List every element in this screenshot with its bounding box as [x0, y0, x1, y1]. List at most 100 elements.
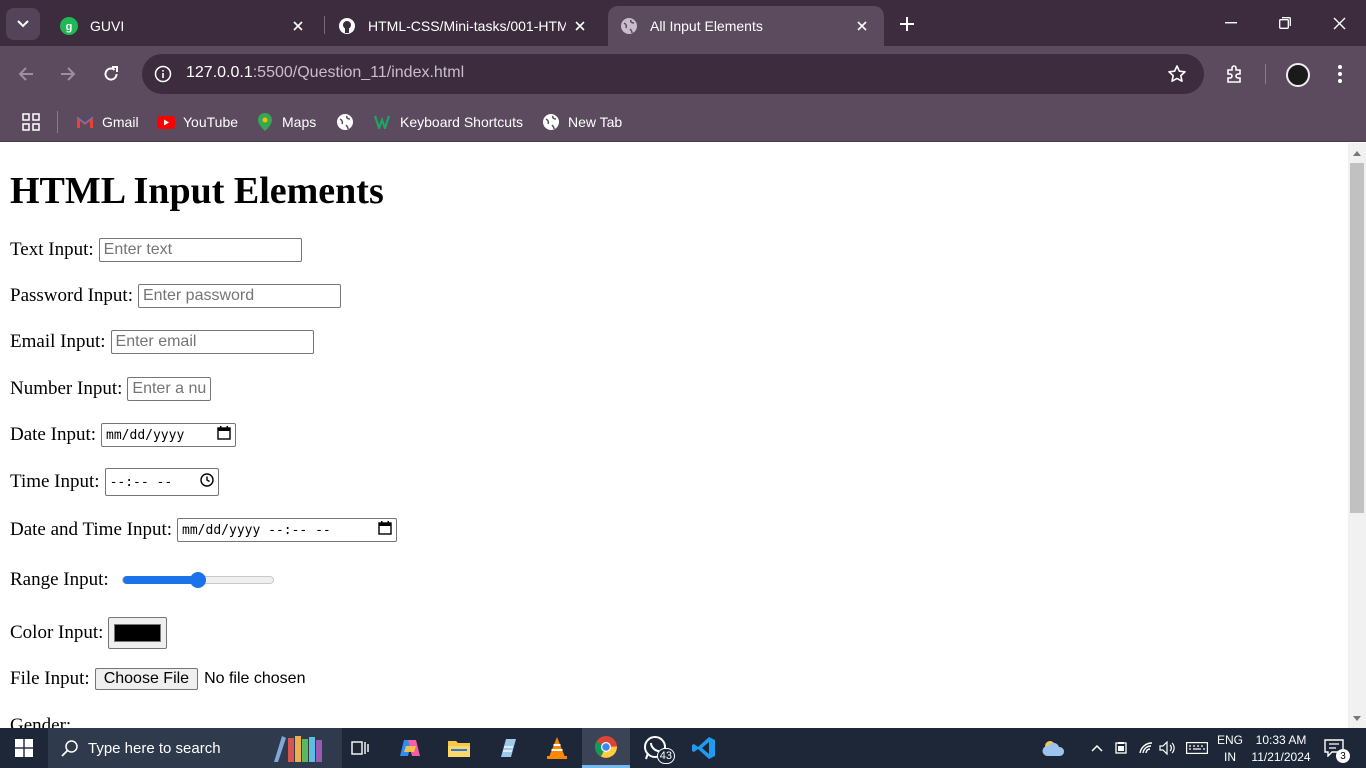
- number-input[interactable]: [127, 377, 212, 401]
- email-input[interactable]: [110, 330, 314, 354]
- globe-icon: [336, 113, 354, 131]
- minimize-button[interactable]: [1204, 0, 1258, 46]
- url-text: 127.0.0.1:5500/Question_11/index.html: [186, 64, 464, 82]
- task-view-button[interactable]: [336, 728, 384, 768]
- url-host: 127.0.0.1: [186, 64, 253, 81]
- range-input-row: Range Input:: [10, 567, 274, 593]
- restore-icon: [1279, 17, 1291, 29]
- calendar-icon[interactable]: [378, 521, 392, 539]
- battery-icon[interactable]: [1111, 738, 1131, 758]
- tab-search-button[interactable]: [6, 8, 40, 40]
- text-input[interactable]: [98, 238, 302, 262]
- file-explorer-app[interactable]: [435, 728, 483, 768]
- tab-title: GUVI: [90, 18, 125, 34]
- clock-time: 10:33 AM: [1255, 733, 1307, 747]
- close-icon[interactable]: [570, 16, 590, 36]
- browser-tab-strip: g GUVI HTML-CSS/Mini-tasks/001-HTM All I…: [0, 0, 1366, 46]
- vlc-cone-icon: [547, 737, 567, 759]
- bookmark-maps[interactable]: Maps: [256, 108, 316, 136]
- chrome-icon: [595, 735, 618, 758]
- scrollbar-thumb[interactable]: [1350, 163, 1364, 513]
- address-bar[interactable]: 127.0.0.1:5500/Question_11/index.html: [142, 54, 1204, 94]
- password-input[interactable]: [137, 284, 341, 308]
- gender-row: Gender:: [10, 713, 76, 728]
- volume-icon[interactable]: [1158, 738, 1178, 758]
- forward-button[interactable]: [54, 60, 82, 88]
- clock-date: 11/21/2024: [1251, 750, 1311, 764]
- tab-github[interactable]: HTML-CSS/Mini-tasks/001-HTM: [326, 6, 602, 46]
- browser-menu-button[interactable]: [1326, 60, 1354, 88]
- clock-icon[interactable]: [199, 473, 214, 491]
- keyboard-icon[interactable]: [1185, 738, 1209, 758]
- start-button[interactable]: [0, 728, 48, 768]
- bookmark-new-tab[interactable]: New Tab: [542, 108, 622, 136]
- calendar-icon[interactable]: [217, 426, 231, 444]
- chrome-app[interactable]: [582, 728, 630, 768]
- tab-guvi[interactable]: g GUVI: [48, 6, 320, 46]
- page-scrollbar[interactable]: [1348, 143, 1366, 728]
- new-tab-button[interactable]: [894, 11, 920, 37]
- notification-count: 3: [1336, 749, 1350, 763]
- color-swatch: [114, 624, 162, 642]
- chevron-up-icon[interactable]: [1087, 738, 1107, 758]
- reload-button[interactable]: [97, 60, 125, 88]
- back-button[interactable]: [12, 60, 40, 88]
- copilot-app[interactable]: [386, 728, 434, 768]
- tab-separator: [324, 16, 325, 34]
- scroll-down-arrow-icon[interactable]: [1348, 710, 1366, 726]
- datetime-input[interactable]: mm/dd/yyyy --:-- --: [177, 518, 398, 542]
- vlc-app[interactable]: [533, 728, 581, 768]
- folder-icon: [448, 741, 470, 757]
- tab-all-input-elements[interactable]: All Input Elements: [608, 6, 884, 46]
- bookmark-label: YouTube: [183, 114, 239, 130]
- color-input[interactable]: [108, 617, 168, 649]
- notepad-icon: [501, 739, 516, 757]
- file-status-text: No file chosen: [204, 670, 306, 687]
- range-thumb[interactable]: [189, 572, 206, 588]
- bookmark-label: Maps: [282, 114, 317, 130]
- close-icon[interactable]: [852, 16, 872, 36]
- choose-file-button[interactable]: Choose File: [94, 668, 199, 690]
- clock[interactable]: 10:33 AM 11/21/2024: [1250, 733, 1312, 764]
- notepad-app[interactable]: [484, 728, 532, 768]
- notification-center-button[interactable]: 3: [1322, 736, 1350, 763]
- extensions-button[interactable]: [1221, 60, 1249, 88]
- scroll-up-arrow-icon[interactable]: [1348, 145, 1366, 161]
- tab-title: HTML-CSS/Mini-tasks/001-HTM: [368, 18, 566, 34]
- restore-button[interactable]: [1258, 0, 1312, 46]
- bookmark-youtube[interactable]: YouTube: [157, 108, 238, 136]
- apps-grid-icon[interactable]: [20, 111, 42, 133]
- toolbar-divider: [1265, 64, 1266, 84]
- whatsapp-app[interactable]: 43: [631, 728, 679, 768]
- vscode-app[interactable]: [680, 728, 728, 768]
- puzzle-icon: [1227, 65, 1241, 83]
- weather-cloud-icon[interactable]: [1040, 738, 1068, 758]
- bookmark-keyboard-shortcuts[interactable]: Keyboard Shortcuts: [374, 108, 523, 136]
- bookmarks-bar: Gmail YouTube Maps Keyboard Shortcuts Ne…: [0, 102, 1366, 142]
- github-icon: [338, 17, 356, 35]
- bookmark-globe[interactable]: [336, 108, 362, 136]
- language-indicator[interactable]: ENG IN: [1214, 733, 1246, 764]
- bookmark-star-icon[interactable]: [1166, 63, 1188, 85]
- reload-icon: [104, 66, 118, 81]
- task-view-icon: [351, 741, 369, 755]
- range-slider[interactable]: [121, 572, 274, 588]
- url-path: :5500/Question_11/index.html: [252, 64, 465, 81]
- page-viewport: HTML Input Elements Text Input: Password…: [0, 143, 1348, 728]
- date-input-label: Date Input:: [10, 424, 97, 445]
- color-input-label: Color Input:: [10, 622, 104, 643]
- minimize-icon: [1225, 22, 1237, 24]
- bookmark-gmail[interactable]: Gmail: [76, 108, 139, 136]
- close-icon: [1333, 17, 1345, 29]
- wifi-icon[interactable]: [1136, 738, 1156, 758]
- time-input[interactable]: --:-- --: [104, 468, 219, 496]
- tab-title: All Input Elements: [650, 18, 763, 34]
- close-icon[interactable]: [288, 16, 308, 36]
- youtube-icon: [157, 113, 175, 131]
- close-window-button[interactable]: [1312, 0, 1366, 46]
- taskbar-search-box[interactable]: Type here to search: [48, 728, 342, 768]
- profile-avatar[interactable]: [1286, 63, 1310, 87]
- password-input-label: Password Input:: [10, 285, 133, 306]
- site-info-icon[interactable]: [152, 63, 174, 85]
- date-input[interactable]: mm/dd/yyyy: [101, 423, 237, 447]
